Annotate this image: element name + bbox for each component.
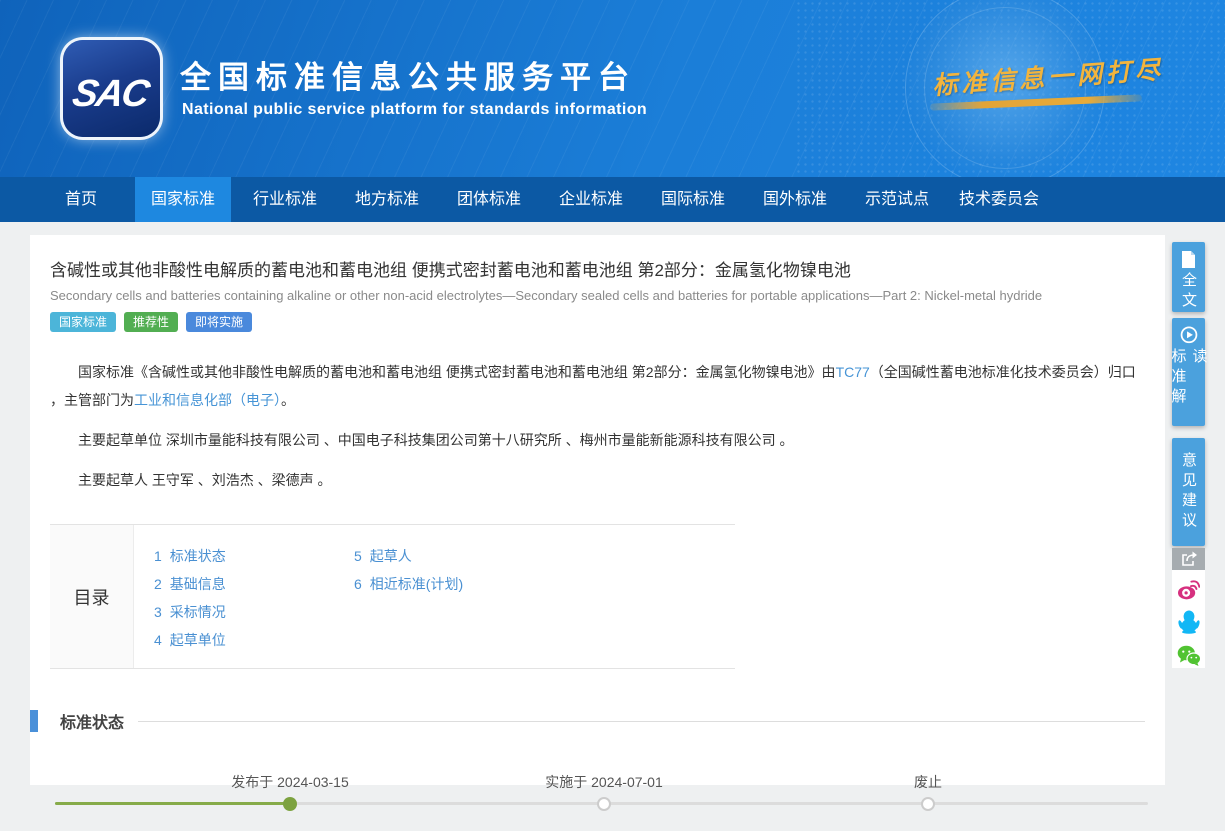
section-accent-bar	[30, 710, 38, 732]
paragraph-ownership: 国家标准《含碱性或其他非酸性电解质的蓄电池和蓄电池组 便携式密封蓄电池和蓄电池组…	[50, 358, 1145, 414]
nav-item-technical-committee[interactable]: 技术委员会	[951, 177, 1047, 222]
toc-item-adoption[interactable]: 3采标情况	[154, 598, 354, 626]
toc-item-status[interactable]: 1标准状态	[154, 542, 354, 570]
paragraph-drafting-units: 主要起草单位 深圳市量能科技有限公司 、中国电子科技集团公司第十八研究所 、梅州…	[50, 426, 1145, 454]
weibo-icon	[1177, 578, 1200, 600]
toc-item-drafting-units[interactable]: 4起草单位	[154, 626, 354, 654]
tag-national-standard: 国家标准	[50, 312, 116, 332]
timeline-label-published: 发布于 2024-03-15	[231, 772, 349, 792]
nav-item-local-standards[interactable]: 地方标准	[339, 177, 435, 222]
timeline-track-completed	[55, 802, 290, 805]
status-section-header: 标准状态	[30, 709, 1145, 733]
site-subtitle: National public service platform for sta…	[182, 101, 647, 119]
nav-item-enterprise-standards[interactable]: 企业标准	[543, 177, 639, 222]
standard-title-en: Secondary cells and batteries containing…	[50, 288, 1145, 303]
play-icon	[1180, 326, 1198, 344]
content-card: 含碱性或其他非酸性电解质的蓄电池和蓄电池组 便携式密封蓄电池和蓄电池组 第2部分…	[30, 235, 1165, 785]
wechat-share[interactable]	[1177, 642, 1201, 668]
nav-item-international-standards[interactable]: 国际标准	[645, 177, 741, 222]
weibo-share[interactable]	[1177, 577, 1200, 603]
nav-item-group-standards[interactable]: 团体标准	[441, 177, 537, 222]
ministry-link[interactable]: 工业和信息化部（电子）	[134, 392, 281, 408]
tag-recommended: 推荐性	[124, 312, 178, 332]
main-nav: 首页 国家标准 行业标准 地方标准 团体标准 企业标准 国际标准 国外标准 示范…	[0, 177, 1225, 222]
share-panel	[1172, 548, 1205, 668]
fulltext-button[interactable]: 全文	[1172, 242, 1205, 312]
standard-tags: 国家标准 推荐性 即将实施	[50, 312, 1145, 332]
status-section-title: 标准状态	[60, 709, 124, 733]
site-header: 标准信息一网打尽 SAC 全国标准信息公共服务平台 National publi…	[0, 0, 1225, 177]
interpretation-button[interactable]: 标准解读	[1172, 318, 1205, 426]
timeline-dot-implemented	[597, 797, 611, 811]
nav-item-home[interactable]: 首页	[33, 177, 129, 222]
share-icon	[1181, 551, 1197, 566]
tag-upcoming: 即将实施	[186, 312, 252, 332]
para1-text-3: ，主管部门为	[50, 392, 134, 408]
timeline-dot-published	[283, 797, 297, 811]
para1-text-1: 国家标准《含碱性或其他非酸性电解质的蓄电池和蓄电池组 便携式密封蓄电池和蓄电池组…	[78, 364, 836, 380]
timeline-label-implemented: 实施于 2024-07-01	[545, 772, 663, 792]
paragraph-drafters: 主要起草人 王守军 、刘浩杰 、梁德声 。	[50, 466, 1145, 494]
timeline-dot-abolished	[921, 797, 935, 811]
section-divider-line	[138, 721, 1145, 722]
feedback-button[interactable]: 意见建议	[1172, 438, 1205, 546]
tc77-link[interactable]: TC77	[836, 364, 870, 380]
standard-title-cn: 含碱性或其他非酸性电解质的蓄电池和蓄电池组 便携式密封蓄电池和蓄电池组 第2部分…	[50, 256, 1145, 281]
wechat-icon	[1177, 645, 1201, 666]
qq-icon	[1178, 610, 1200, 634]
site-title: 全国标准信息公共服务平台	[180, 52, 636, 97]
feedback-button-label: 意见建议	[1178, 452, 1199, 532]
interpretation-button-label: 标准解读	[1168, 348, 1210, 426]
nav-item-national-standards[interactable]: 国家标准	[135, 177, 231, 222]
para1-text-2: （全国碱性蓄电池标准化技术委员会）归口	[870, 364, 1136, 380]
nav-item-industry-standards[interactable]: 行业标准	[237, 177, 333, 222]
sac-logo[interactable]: SAC	[63, 40, 160, 137]
status-timeline: 发布于 2024-03-15 实施于 2024-07-01 废止	[30, 761, 1165, 831]
para1-text-4: 。	[281, 392, 295, 408]
toc-item-drafters[interactable]: 5起草人	[354, 542, 463, 570]
qq-share[interactable]	[1178, 609, 1200, 635]
nav-item-pilot-demo[interactable]: 示范试点	[849, 177, 945, 222]
timeline-label-abolished: 废止	[914, 772, 942, 792]
document-icon	[1181, 251, 1196, 268]
toc-label: 目录	[50, 525, 134, 668]
share-button[interactable]	[1172, 548, 1205, 570]
page: 标准信息一网打尽 SAC 全国标准信息公共服务平台 National publi…	[0, 0, 1225, 785]
table-of-contents: 目录 1标准状态 2基础信息 3采标情况 4起草单位 5起草人 6相近标准(计划…	[50, 524, 735, 669]
toc-item-basic-info[interactable]: 2基础信息	[154, 570, 354, 598]
sac-logo-text: SAC	[70, 73, 152, 116]
toc-item-similar-standards[interactable]: 6相近标准(计划)	[354, 570, 463, 598]
nav-item-foreign-standards[interactable]: 国外标准	[747, 177, 843, 222]
fulltext-button-label: 全文	[1178, 272, 1199, 312]
